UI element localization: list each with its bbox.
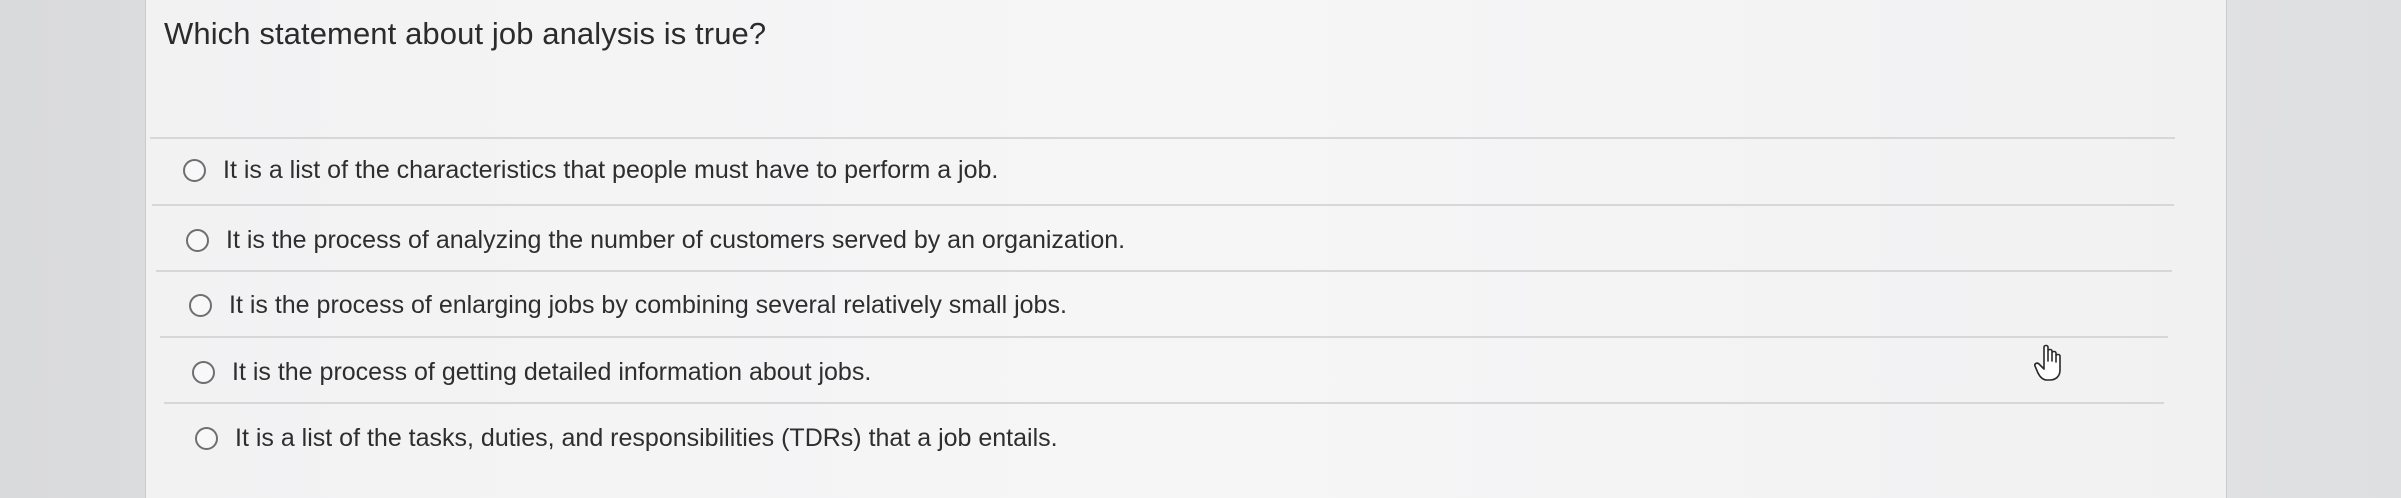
radio-button-icon[interactable] (186, 228, 209, 252)
radio-button-icon[interactable] (183, 158, 206, 182)
option-2[interactable]: It is the process of analyzing the numbe… (186, 220, 1125, 260)
divider (160, 336, 2168, 338)
question-text: Which statement about job analysis is tr… (164, 16, 767, 51)
divider-top (150, 137, 2175, 139)
option-4[interactable]: It is the process of getting detailed in… (192, 352, 871, 392)
option-5[interactable]: It is a list of the tasks, duties, and r… (195, 418, 1058, 458)
option-label: It is the process of getting detailed in… (232, 357, 872, 386)
option-label: It is a list of the characteristics that… (223, 155, 999, 184)
option-1[interactable]: It is a list of the characteristics that… (183, 150, 998, 190)
radio-button-icon[interactable] (195, 426, 218, 450)
divider (156, 270, 2172, 272)
divider (152, 204, 2174, 206)
option-label: It is the process of analyzing the numbe… (226, 225, 1126, 254)
option-label: It is the process of enlarging jobs by c… (229, 290, 1067, 319)
radio-button-icon[interactable] (189, 293, 212, 317)
option-3[interactable]: It is the process of enlarging jobs by c… (189, 285, 1067, 325)
radio-button-icon[interactable] (192, 360, 215, 384)
hand-pointer-icon (2034, 344, 2061, 381)
divider (164, 402, 2164, 404)
option-label: It is a list of the tasks, duties, and r… (235, 423, 1058, 452)
quiz-page: Which statement about job analysis is tr… (0, 0, 2401, 498)
